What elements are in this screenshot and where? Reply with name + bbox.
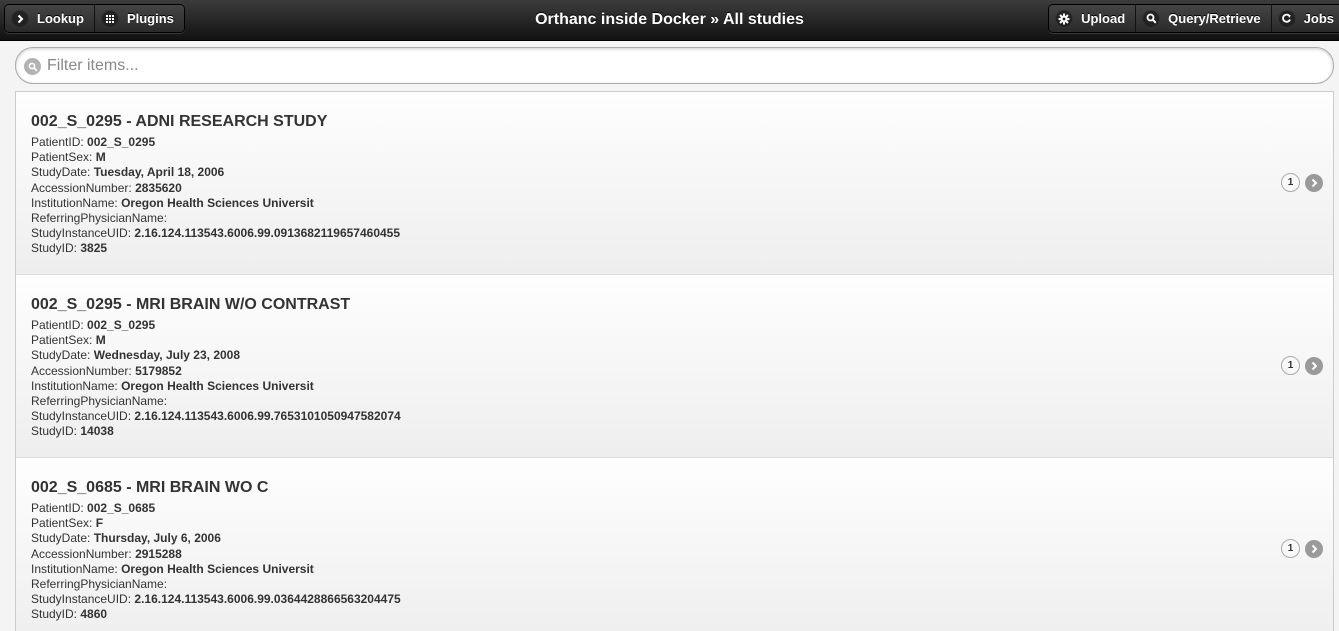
field-accession-number: AccessionNumber: 5179852 (31, 363, 182, 378)
study-fields: PatientID: 002_S_0685 PatientSex: F Stud… (31, 501, 401, 623)
series-count-badge: 1 (1281, 356, 1300, 375)
study-title: 002_S_0295 - MRI BRAIN W/O CONTRAST (31, 296, 351, 313)
study-list: 002_S_0295 - ADNI RESEARCH STUDY Patient… (15, 91, 1334, 631)
field-study-instance-uid: StudyInstanceUID: 2.16.124.113543.6006.9… (31, 592, 401, 607)
field-study-id: StudyID: 3825 (31, 241, 108, 256)
lookup-label: Lookup (37, 11, 84, 26)
field-institution-name: InstitutionName: Oregon Health Sciences … (31, 561, 314, 576)
jobs-label: Jobs (1303, 11, 1334, 26)
chevron-right-icon[interactable] (1305, 357, 1323, 375)
field-patient-sex: PatientSex: F (31, 516, 104, 531)
upload-label: Upload (1081, 11, 1126, 26)
field-study-id: StudyID: 4860 (31, 607, 108, 622)
field-study-date: StudyDate: Wednesday, July 23, 2008 (31, 348, 241, 363)
study-list-item[interactable]: 002_S_0295 - MRI BRAIN W/O CONTRAST Pati… (16, 275, 1333, 458)
field-referring-physician: ReferringPhysicianName: (31, 394, 168, 409)
study-title: 002_S_0685 - MRI BRAIN WO C (31, 479, 269, 496)
study-list-item[interactable]: 002_S_0295 - ADNI RESEARCH STUDY Patient… (16, 92, 1333, 275)
field-patient-id: PatientID: 002_S_0295 (31, 318, 156, 332)
series-count-badge: 1 (1281, 539, 1300, 558)
chevron-right-icon[interactable] (1305, 174, 1323, 192)
study-list-item[interactable]: 002_S_0685 - MRI BRAIN WO C PatientID: 0… (16, 458, 1333, 631)
refresh-icon (1277, 9, 1296, 28)
series-count-badge: 1 (1281, 173, 1300, 192)
chevron-right-icon[interactable] (1305, 540, 1323, 558)
filter-bar (15, 47, 1334, 84)
field-institution-name: InstitutionName: Oregon Health Sciences … (31, 378, 314, 393)
search-icon (1142, 9, 1161, 28)
field-referring-physician: ReferringPhysicianName: (31, 577, 168, 592)
field-study-instance-uid: StudyInstanceUID: 2.16.124.113543.6006.9… (31, 409, 401, 424)
plugins-button[interactable]: Plugins (94, 5, 184, 32)
field-patient-sex: PatientSex: M (31, 150, 106, 165)
field-study-id: StudyID: 14038 (31, 424, 114, 439)
upload-button[interactable]: Upload (1049, 5, 1137, 32)
field-patient-id: PatientID: 002_S_0685 (31, 501, 156, 515)
field-study-date: StudyDate: Thursday, July 6, 2006 (31, 531, 221, 546)
field-referring-physician: ReferringPhysicianName: (31, 211, 168, 226)
chevron-right-icon (11, 9, 29, 28)
study-fields: PatientID: 002_S_0295 PatientSex: M Stud… (31, 318, 401, 440)
plugins-label: Plugins (126, 11, 174, 26)
field-study-instance-uid: StudyInstanceUID: 2.16.124.113543.6006.9… (31, 226, 401, 241)
filter-input[interactable] (47, 52, 1317, 80)
right-button-group: Upload Query/Retrieve Jobs (1048, 4, 1339, 33)
field-accession-number: AccessionNumber: 2915288 (31, 546, 182, 561)
study-fields: PatientID: 002_S_0295 PatientSex: M Stud… (31, 135, 400, 257)
lookup-button[interactable]: Lookup (5, 5, 95, 32)
field-patient-sex: PatientSex: M (31, 333, 106, 348)
study-title: 002_S_0295 - ADNI RESEARCH STUDY (31, 113, 328, 130)
field-accession-number: AccessionNumber: 2835620 (31, 180, 182, 195)
field-patient-id: PatientID: 002_S_0295 (31, 135, 156, 149)
top-bar: Orthanc inside Docker » All studies Look… (0, 0, 1339, 41)
left-button-group: Lookup Plugins (4, 4, 185, 33)
search-icon (24, 58, 41, 75)
grid-icon (100, 9, 119, 28)
field-study-date: StudyDate: Tuesday, April 18, 2006 (31, 165, 225, 180)
gear-icon (1055, 9, 1074, 28)
field-institution-name: InstitutionName: Oregon Health Sciences … (31, 195, 314, 210)
jobs-button[interactable]: Jobs (1271, 5, 1339, 32)
query-retrieve-button[interactable]: Query/Retrieve (1136, 5, 1272, 32)
query-retrieve-label: Query/Retrieve (1168, 11, 1261, 26)
